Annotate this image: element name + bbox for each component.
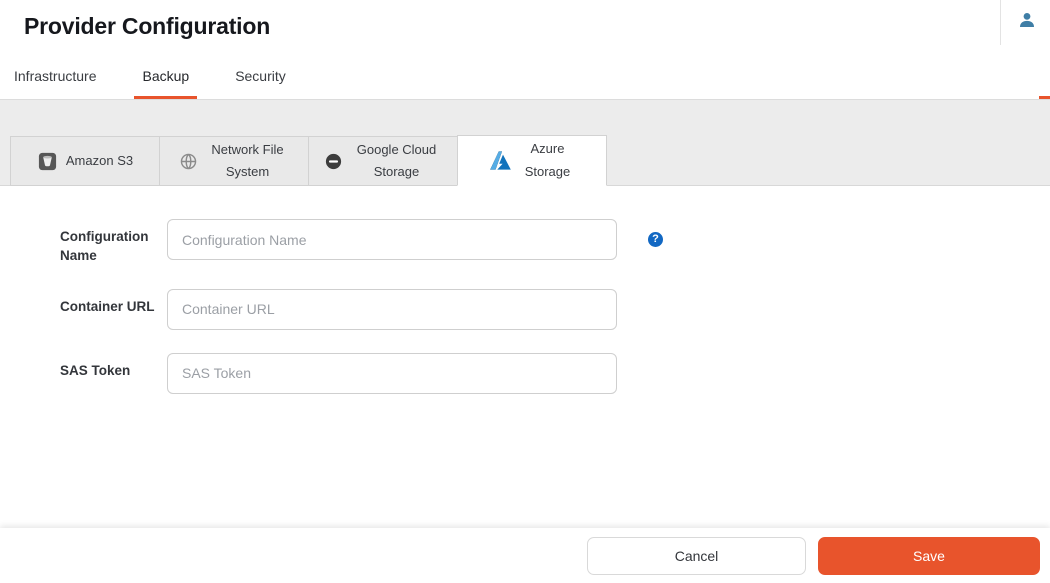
provider-tabs: Amazon S3 Network File System Google Clo…: [10, 135, 607, 186]
provider-tabs-strip: Amazon S3 Network File System Google Clo…: [0, 100, 1050, 186]
form-row-container-url: Container URL: [60, 289, 1050, 330]
tab-backup[interactable]: Backup: [140, 52, 191, 99]
google-cloud-storage-icon: [324, 152, 343, 171]
provider-tab-label: Network File System: [206, 139, 290, 183]
container-url-label: Container URL: [60, 289, 167, 317]
provider-tab-label: Google Cloud Storage: [351, 139, 443, 183]
form-row-sas-token: SAS Token: [60, 353, 1050, 394]
provider-tab-label: Azure Storage: [520, 138, 576, 182]
header: Provider Configuration: [0, 0, 1050, 52]
tab-security[interactable]: Security: [233, 52, 288, 99]
page-title: Provider Configuration: [24, 13, 270, 40]
provider-tab-network-file-system[interactable]: Network File System: [159, 136, 309, 186]
user-icon: [1018, 11, 1036, 34]
help-icon[interactable]: ?: [648, 232, 663, 247]
configuration-name-label: Configuration Name: [60, 219, 167, 266]
provider-tab-google-cloud-storage[interactable]: Google Cloud Storage: [308, 136, 458, 186]
provider-tab-azure-storage[interactable]: Azure Storage: [457, 135, 607, 186]
nav-accent-end: [1039, 96, 1050, 99]
primary-nav: Infrastructure Backup Security: [0, 52, 1050, 100]
container-url-input[interactable]: [167, 289, 617, 330]
provider-tab-amazon-s3[interactable]: Amazon S3: [10, 136, 160, 186]
form-row-configuration-name: Configuration Name ?: [60, 219, 1050, 266]
sas-token-input[interactable]: [167, 353, 617, 394]
tab-security-label: Security: [235, 68, 286, 84]
provider-tab-label: Amazon S3: [66, 150, 133, 172]
footer-action-bar: Cancel Save: [0, 528, 1050, 583]
tab-infrastructure[interactable]: Infrastructure: [12, 52, 98, 99]
azure-icon: [489, 150, 512, 171]
save-button[interactable]: Save: [818, 537, 1040, 575]
tab-backup-label: Backup: [142, 68, 189, 84]
globe-icon: [179, 152, 198, 171]
configuration-name-input[interactable]: [167, 219, 617, 260]
header-user-area[interactable]: [1000, 0, 1050, 45]
amazon-s3-icon: [37, 151, 58, 172]
azure-storage-form: Configuration Name ? Container URL SAS T…: [0, 186, 1050, 528]
tab-infrastructure-label: Infrastructure: [14, 68, 96, 84]
cancel-button[interactable]: Cancel: [587, 537, 806, 575]
sas-token-label: SAS Token: [60, 353, 167, 381]
